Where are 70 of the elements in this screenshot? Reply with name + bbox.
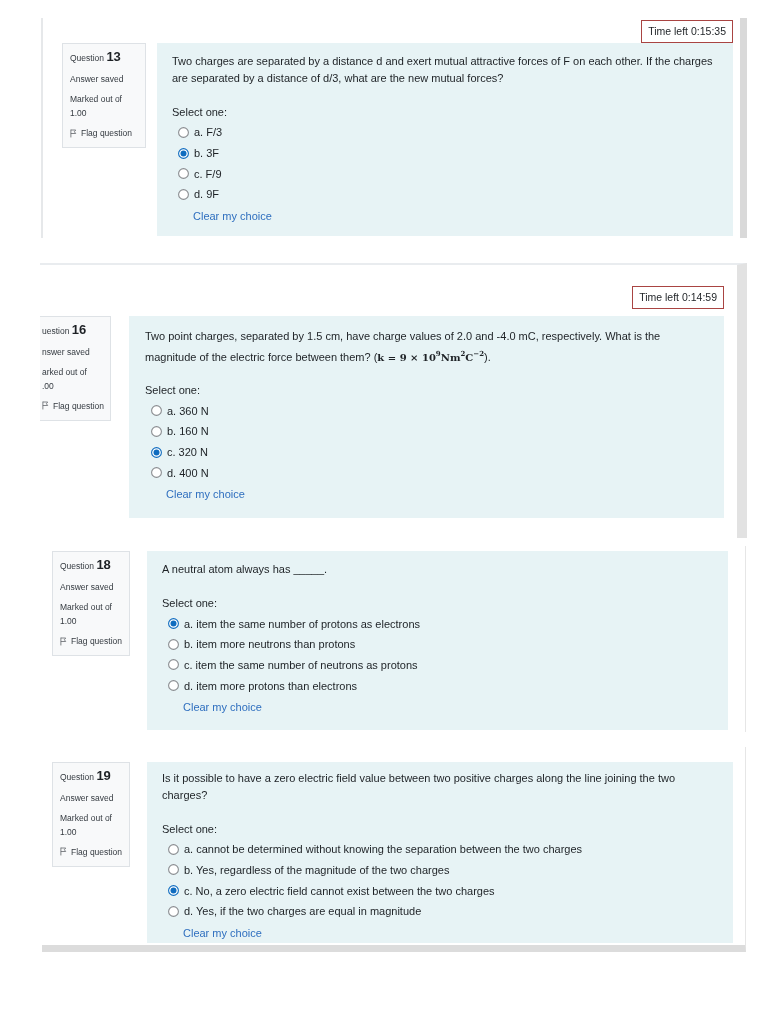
radio-button[interactable]	[168, 659, 179, 671]
select-one-prompt: Select one:	[172, 105, 229, 120]
radio-button[interactable]	[168, 905, 179, 917]
answer-option[interactable]: a. F/3	[172, 122, 717, 143]
question-text: Two point charges, separated by 1.5 cm, have charge values of 2.0 and -4.0 mC, respectively. What is the magnitude of the electric force between them? (k = 9 × 10$^{9}$Nm$^{2}$C$^{−2}$).	[145, 328, 662, 365]
answer-option[interactable]: a. 360 N	[145, 400, 708, 422]
answer-option[interactable]: c. F/9	[172, 163, 717, 185]
radio-button[interactable]	[151, 446, 162, 458]
answer-status: Answer saved	[70, 73, 125, 86]
radio-button[interactable]	[151, 405, 162, 417]
marks-value: .00	[42, 379, 55, 393]
select-one-prompt: Select one:	[162, 596, 219, 612]
time-left-timer: Time left 0:15:35	[641, 20, 733, 43]
clear-choice-link[interactable]: Clear my choice	[183, 697, 262, 716]
radio-button[interactable]	[151, 425, 162, 437]
question-number: Question 13	[70, 49, 122, 66]
answer-status: Answer saved	[60, 791, 115, 805]
question-number: uestion 16	[42, 321, 88, 339]
marks-value: 1.00	[60, 825, 78, 839]
answer-option[interactable]: b. 3F	[172, 142, 717, 164]
radio-button[interactable]	[168, 638, 179, 650]
marks-value: 1.00	[70, 107, 88, 120]
answer-option[interactable]: b. item more neutrons than protons	[162, 633, 712, 655]
question-text: Is it possible to have a zero electric field value between two positive charges along the line joining the two charges?	[162, 770, 677, 803]
clear-choice-link[interactable]: Clear my choice	[193, 206, 272, 225]
question-text: A neutral atom always has _____.	[162, 562, 329, 578]
radio-button[interactable]	[178, 168, 189, 180]
radio-button[interactable]	[168, 885, 179, 897]
select-one-prompt: Select one:	[145, 383, 202, 399]
marks-value: 1.00	[60, 615, 78, 629]
answer-option[interactable]: c. 320 N	[145, 441, 708, 463]
answer-option[interactable]: d. Yes, if the two charges are equal in magnitude	[162, 900, 717, 922]
flag-question-link[interactable]: Flag question	[42, 398, 104, 413]
answer-status: nswer saved	[42, 345, 91, 359]
radio-button[interactable]	[151, 467, 162, 479]
flag-icon	[60, 636, 67, 646]
time-left-timer: Time left 0:14:59	[632, 285, 724, 309]
answer-option[interactable]: b. Yes, regardless of the magnitude of the two charges	[162, 859, 717, 881]
radio-button[interactable]	[178, 147, 189, 159]
radio-button[interactable]	[168, 864, 179, 876]
question-text: Two charges are separated by a distance d and exert mutual attractive forces of F on each other. If the charges are separated by a distance of d/3, what are the new mutual forces?	[172, 54, 714, 86]
marks-label: arked out of	[42, 365, 88, 379]
clear-choice-link[interactable]: Clear my choice	[166, 485, 245, 504]
answer-option[interactable]: a. cannot be determined without knowing the separation between the two charges	[162, 838, 717, 860]
select-one-prompt: Select one:	[162, 821, 219, 837]
radio-button[interactable]	[178, 188, 189, 200]
radio-button[interactable]	[168, 843, 179, 855]
marks-label: Marked out of	[60, 811, 113, 825]
answer-option[interactable]: a. item the same number of protons as electrons	[162, 613, 712, 634]
flag-question-link[interactable]: Flag question	[60, 844, 123, 859]
marks-label: Marked out of	[60, 601, 113, 615]
flag-icon	[42, 401, 49, 411]
flag-question-link[interactable]: Flag question	[70, 126, 139, 140]
radio-button[interactable]	[178, 126, 189, 138]
question-number: Question 19	[60, 767, 112, 785]
radio-button[interactable]	[168, 680, 179, 692]
answer-option[interactable]: d. 400 N	[145, 462, 708, 484]
clear-choice-link[interactable]: Clear my choice	[183, 923, 262, 942]
question-number: Question 18	[60, 557, 112, 575]
flag-icon	[60, 847, 67, 857]
answer-option[interactable]: c. No, a zero electric field cannot exist between the two charges	[162, 880, 717, 901]
answer-option[interactable]: d. item more protons than electrons	[162, 675, 712, 696]
marks-label: Marked out of	[70, 93, 123, 106]
answer-status: Answer saved	[60, 581, 115, 595]
answer-option[interactable]: d. 9F	[172, 184, 717, 205]
answer-option[interactable]: b. 160 N	[145, 421, 708, 442]
answer-option[interactable]: c. item the same number of neutrons as protons	[162, 654, 712, 676]
flag-question-link[interactable]: Flag question	[60, 634, 123, 649]
radio-button[interactable]	[168, 618, 179, 629]
flag-icon	[70, 128, 77, 138]
